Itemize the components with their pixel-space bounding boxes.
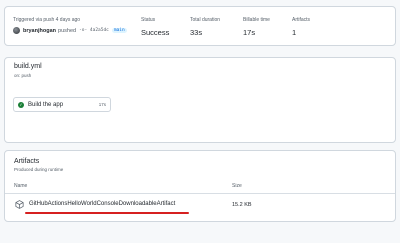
column-header-size: Size xyxy=(232,183,242,189)
artifacts-panel: Artifacts Produced during runtime Name S… xyxy=(4,150,396,222)
artifacts-count-value: 1 xyxy=(292,28,297,37)
artifact-row: GitHubActionsHelloWorldConsoleDownloadab… xyxy=(5,198,395,214)
package-icon xyxy=(15,200,24,209)
branch-badge[interactable]: main xyxy=(111,28,127,33)
artifacts-count-label: Artifacts xyxy=(292,17,311,23)
actor-link[interactable]: bryanjhogan xyxy=(23,28,56,34)
artifact-download-link[interactable]: GitHubActionsHelloWorldConsoleDownloadab… xyxy=(29,201,175,207)
billable-label: Billable time xyxy=(243,17,270,23)
artifacts-subtitle: Produced during runtime xyxy=(14,167,64,172)
workflow-run-page: Triggered via push 4 days ago bryanjhoga… xyxy=(0,0,400,243)
job-duration: 17s xyxy=(98,102,106,107)
trigger-info: Triggered via push 4 days ago bryanjhoga… xyxy=(13,17,127,34)
job-build-the-app[interactable]: ✓ Build the app 17s xyxy=(13,97,111,112)
job-name: Build the app xyxy=(28,101,64,108)
status-label: Status xyxy=(141,17,156,23)
avatar[interactable] xyxy=(13,27,20,34)
commit-sha-link[interactable]: -o- 4a2a5dc xyxy=(79,28,109,33)
workflow-file-name[interactable]: build.yml xyxy=(14,63,42,70)
duration-label: Total duration xyxy=(190,17,221,23)
artifacts-title: Artifacts xyxy=(14,158,40,165)
check-circle-icon: ✓ xyxy=(18,101,24,108)
trigger-label: Triggered via push 4 days ago xyxy=(13,17,81,23)
run-summary-panel: Triggered via push 4 days ago bryanjhoga… xyxy=(4,6,396,46)
billable-value: 17s xyxy=(243,28,256,37)
status-info: Status Success xyxy=(141,17,169,37)
workflow-trigger: on: push xyxy=(14,73,32,78)
billable-info: Billable time 17s xyxy=(243,17,270,37)
header-divider xyxy=(5,193,395,194)
artifacts-count-info: Artifacts 1 xyxy=(292,17,310,37)
status-value: Success xyxy=(141,28,170,37)
duration-value: 33s xyxy=(190,28,203,37)
duration-info: Total duration 33s xyxy=(190,17,220,37)
artifact-size: 15.2 KB xyxy=(232,202,252,208)
action-text: pushed xyxy=(58,27,77,34)
red-underline-annotation xyxy=(25,212,189,214)
trigger-row: bryanjhogan pushed -o- 4a2a5dc main xyxy=(13,27,127,34)
column-header-name: Name xyxy=(14,183,28,189)
